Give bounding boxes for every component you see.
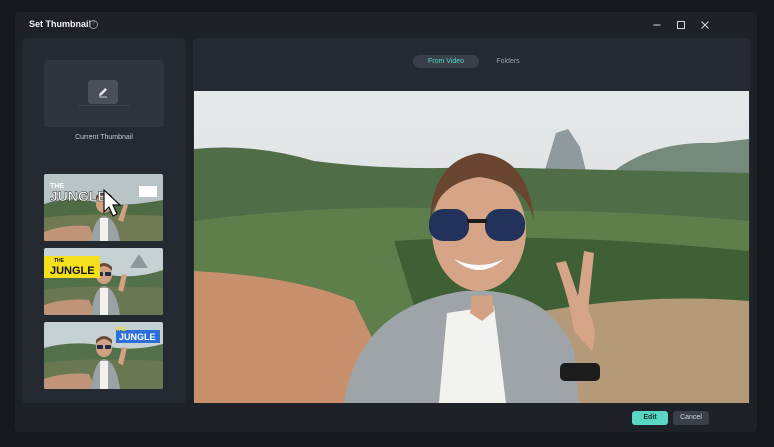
maximize-button[interactable]	[674, 18, 688, 32]
divider	[78, 105, 130, 106]
pencil-icon	[99, 88, 107, 98]
minimize-icon	[653, 24, 661, 26]
source-tabs: From Video Folders	[413, 55, 533, 69]
thumbnail-sidebar: Current Thumbnail THE JUNGLE THE JUNGLE …	[22, 38, 186, 403]
thumbnail-option-3[interactable]: THE JUNGLE	[44, 322, 163, 389]
set-thumbnail-dialog: Set Thumbnail ? Current Thumbnail THE JU…	[15, 12, 757, 432]
current-thumbnail-label: Current Thumbnail	[75, 134, 133, 141]
thumbnail-option-1[interactable]: THE JUNGLE	[44, 174, 163, 241]
edit-thumbnail-button[interactable]	[88, 80, 118, 104]
close-icon	[701, 21, 709, 29]
thumbnail-1-title: JUNGLE	[50, 188, 107, 204]
video-frame-preview[interactable]	[194, 91, 749, 403]
thumbnail-3-title: JUNGLE	[119, 332, 156, 342]
cancel-button[interactable]: Cancel	[673, 411, 709, 425]
tab-from-video[interactable]: From Video	[413, 55, 479, 68]
dialog-title: Set Thumbnail	[29, 19, 92, 29]
tab-folders[interactable]: Folders	[483, 55, 533, 68]
minimize-button[interactable]	[650, 18, 664, 32]
thumbnail-option-2[interactable]: THE JUNGLE	[44, 248, 163, 315]
title-bar: Set Thumbnail ?	[15, 12, 757, 38]
maximize-icon	[677, 21, 685, 29]
preview-panel: From Video Folders	[193, 38, 750, 403]
edit-button[interactable]: Edit	[632, 411, 668, 425]
help-icon[interactable]: ?	[89, 20, 98, 29]
thumbnail-2-title: JUNGLE	[50, 265, 95, 277]
close-button[interactable]	[698, 18, 712, 32]
svg-text:THE: THE	[54, 258, 65, 264]
current-thumbnail-slot[interactable]	[44, 60, 164, 127]
